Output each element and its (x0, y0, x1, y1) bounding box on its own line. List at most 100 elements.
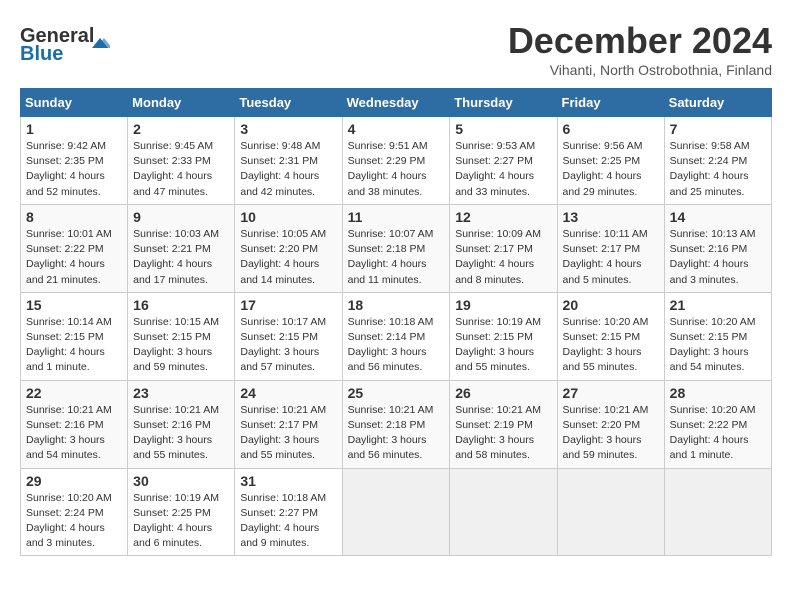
day-info: Sunrise: 10:20 AMSunset: 2:15 PMDaylight… (563, 315, 659, 376)
calendar-day-cell: 11 Sunrise: 10:07 AMSunset: 2:18 PMDaylig… (342, 204, 450, 292)
calendar-day-cell: 15 Sunrise: 10:14 AMSunset: 2:15 PMDaylig… (21, 292, 128, 380)
title-block: December 2024 Vihanti, North Ostrobothni… (508, 20, 772, 78)
day-header-tuesday: Tuesday (235, 89, 342, 117)
calendar-day-cell: 29Sunrise: 10:20 AMSunset: 2:24 PMDaylig… (21, 468, 128, 556)
day-info: Sunrise: 10:21 AMSunset: 2:19 PMDaylight… (455, 403, 551, 464)
calendar-day-cell: 17 Sunrise: 10:17 AMSunset: 2:15 PMDaylig… (235, 292, 342, 380)
day-number: 4 (348, 121, 445, 137)
calendar-day-cell: 27 Sunrise: 10:21 AMSunset: 2:20 PMDaylig… (557, 380, 664, 468)
day-header-saturday: Saturday (664, 89, 771, 117)
calendar-day-cell: 31 Sunrise: 10:18 AMSunset: 2:27 PMDaylig… (235, 468, 342, 556)
day-info: Sunrise: 10:05 AMSunset: 2:20 PMDaylight… (240, 227, 336, 288)
calendar-day-cell: 26 Sunrise: 10:21 AMSunset: 2:19 PMDaylig… (450, 380, 557, 468)
day-header-wednesday: Wednesday (342, 89, 450, 117)
calendar-day-cell (557, 468, 664, 556)
day-number: 25 (348, 385, 445, 401)
day-number: 2 (133, 121, 229, 137)
day-info: Sunrise: 10:18 AMSunset: 2:14 PMDaylight… (348, 315, 445, 376)
calendar-day-cell (664, 468, 771, 556)
day-info: Sunrise: 10:01 AMSunset: 2:22 PMDaylight… (26, 227, 122, 288)
calendar-week-row: 22 Sunrise: 10:21 AMSunset: 2:16 PMDaylig… (21, 380, 772, 468)
calendar-day-cell: 23Sunrise: 10:21 AMSunset: 2:16 PMDaylig… (128, 380, 235, 468)
calendar-day-cell: 13 Sunrise: 10:11 AMSunset: 2:17 PMDaylig… (557, 204, 664, 292)
calendar-week-row: 8Sunrise: 10:01 AMSunset: 2:22 PMDayligh… (21, 204, 772, 292)
day-number: 22 (26, 385, 122, 401)
location-subtitle: Vihanti, North Ostrobothnia, Finland (508, 62, 772, 78)
day-number: 26 (455, 385, 551, 401)
day-number: 20 (563, 297, 659, 313)
month-title: December 2024 (508, 20, 772, 62)
day-header-friday: Friday (557, 89, 664, 117)
day-number: 13 (563, 209, 659, 225)
day-info: Sunrise: 9:58 AMSunset: 2:24 PMDaylight:… (670, 139, 766, 200)
day-number: 17 (240, 297, 336, 313)
day-info: Sunrise: 10:03 AMSunset: 2:21 PMDaylight… (133, 227, 229, 288)
day-info: Sunrise: 10:18 AMSunset: 2:27 PMDaylight… (240, 491, 336, 552)
day-info: Sunrise: 10:14 AMSunset: 2:15 PMDaylight… (26, 315, 122, 376)
calendar-table: SundayMondayTuesdayWednesdayThursdayFrid… (20, 88, 772, 556)
day-info: Sunrise: 10:20 AMSunset: 2:15 PMDaylight… (670, 315, 766, 376)
calendar-day-cell: 24 Sunrise: 10:21 AMSunset: 2:17 PMDaylig… (235, 380, 342, 468)
calendar-day-cell: 14Sunrise: 10:13 AMSunset: 2:16 PMDaylig… (664, 204, 771, 292)
day-info: Sunrise: 10:17 AMSunset: 2:15 PMDaylight… (240, 315, 336, 376)
day-number: 27 (563, 385, 659, 401)
day-info: Sunrise: 9:56 AMSunset: 2:25 PMDaylight:… (563, 139, 659, 200)
calendar-day-cell: 8Sunrise: 10:01 AMSunset: 2:22 PMDayligh… (21, 204, 128, 292)
calendar-day-cell: 19 Sunrise: 10:19 AMSunset: 2:15 PMDaylig… (450, 292, 557, 380)
day-number: 11 (348, 209, 445, 225)
day-info: Sunrise: 10:15 AMSunset: 2:15 PMDaylight… (133, 315, 229, 376)
day-number: 1 (26, 121, 122, 137)
day-info: Sunrise: 10:11 AMSunset: 2:17 PMDaylight… (563, 227, 659, 288)
day-number: 23 (133, 385, 229, 401)
day-info: Sunrise: 10:13 AMSunset: 2:16 PMDaylight… (670, 227, 766, 288)
day-info: Sunrise: 10:19 AMSunset: 2:25 PMDaylight… (133, 491, 229, 552)
calendar-day-cell: 9 Sunrise: 10:03 AMSunset: 2:21 PMDayligh… (128, 204, 235, 292)
day-info: Sunrise: 10:20 AMSunset: 2:22 PMDaylight… (670, 403, 766, 464)
calendar-day-cell: 3Sunrise: 9:48 AMSunset: 2:31 PMDaylight… (235, 117, 342, 205)
day-number: 19 (455, 297, 551, 313)
day-header-thursday: Thursday (450, 89, 557, 117)
calendar-day-cell (450, 468, 557, 556)
calendar-day-cell: 28 Sunrise: 10:20 AMSunset: 2:22 PMDaylig… (664, 380, 771, 468)
page-header: General Blue December 2024 Vihanti, Nort… (20, 20, 772, 78)
day-number: 21 (670, 297, 766, 313)
calendar-day-cell: 21 Sunrise: 10:20 AMSunset: 2:15 PMDaylig… (664, 292, 771, 380)
day-number: 9 (133, 209, 229, 225)
logo: General Blue (20, 20, 110, 65)
calendar-day-cell: 20 Sunrise: 10:20 AMSunset: 2:15 PMDaylig… (557, 292, 664, 380)
day-info: Sunrise: 9:51 AMSunset: 2:29 PMDaylight:… (348, 139, 445, 200)
day-number: 15 (26, 297, 122, 313)
day-info: Sunrise: 10:19 AMSunset: 2:15 PMDaylight… (455, 315, 551, 376)
day-number: 24 (240, 385, 336, 401)
calendar-day-cell: 12Sunrise: 10:09 AMSunset: 2:17 PMDaylig… (450, 204, 557, 292)
day-info: Sunrise: 10:21 AMSunset: 2:18 PMDaylight… (348, 403, 445, 464)
day-number: 18 (348, 297, 445, 313)
calendar-week-row: 15 Sunrise: 10:14 AMSunset: 2:15 PMDaylig… (21, 292, 772, 380)
day-number: 31 (240, 473, 336, 489)
calendar-day-cell: 10 Sunrise: 10:05 AMSunset: 2:20 PMDaylig… (235, 204, 342, 292)
day-info: Sunrise: 10:07 AMSunset: 2:18 PMDaylight… (348, 227, 445, 288)
calendar-day-cell: 4 Sunrise: 9:51 AMSunset: 2:29 PMDaylight… (342, 117, 450, 205)
day-info: Sunrise: 10:21 AMSunset: 2:17 PMDaylight… (240, 403, 336, 464)
day-number: 29 (26, 473, 122, 489)
calendar-day-cell: 18 Sunrise: 10:18 AMSunset: 2:14 PMDaylig… (342, 292, 450, 380)
calendar-day-cell (342, 468, 450, 556)
day-number: 28 (670, 385, 766, 401)
day-header-sunday: Sunday (21, 89, 128, 117)
calendar-day-cell: 6 Sunrise: 9:56 AMSunset: 2:25 PMDaylight… (557, 117, 664, 205)
day-number: 6 (563, 121, 659, 137)
svg-text:Blue: Blue (20, 43, 63, 65)
calendar-day-cell: 1Sunrise: 9:42 AMSunset: 2:35 PMDaylight… (21, 117, 128, 205)
day-info: Sunrise: 10:21 AMSunset: 2:16 PMDaylight… (26, 403, 122, 464)
day-info: Sunrise: 9:53 AMSunset: 2:27 PMDaylight:… (455, 139, 551, 200)
day-number: 10 (240, 209, 336, 225)
calendar-day-cell: 7 Sunrise: 9:58 AMSunset: 2:24 PMDaylight… (664, 117, 771, 205)
day-info: Sunrise: 9:48 AMSunset: 2:31 PMDaylight:… (240, 139, 336, 200)
day-info: Sunrise: 10:21 AMSunset: 2:20 PMDaylight… (563, 403, 659, 464)
calendar-header-row: SundayMondayTuesdayWednesdayThursdayFrid… (21, 89, 772, 117)
day-header-monday: Monday (128, 89, 235, 117)
day-info: Sunrise: 9:45 AMSunset: 2:33 PMDaylight:… (133, 139, 229, 200)
day-info: Sunrise: 10:09 AMSunset: 2:17 PMDaylight… (455, 227, 551, 288)
day-number: 7 (670, 121, 766, 137)
day-number: 16 (133, 297, 229, 313)
